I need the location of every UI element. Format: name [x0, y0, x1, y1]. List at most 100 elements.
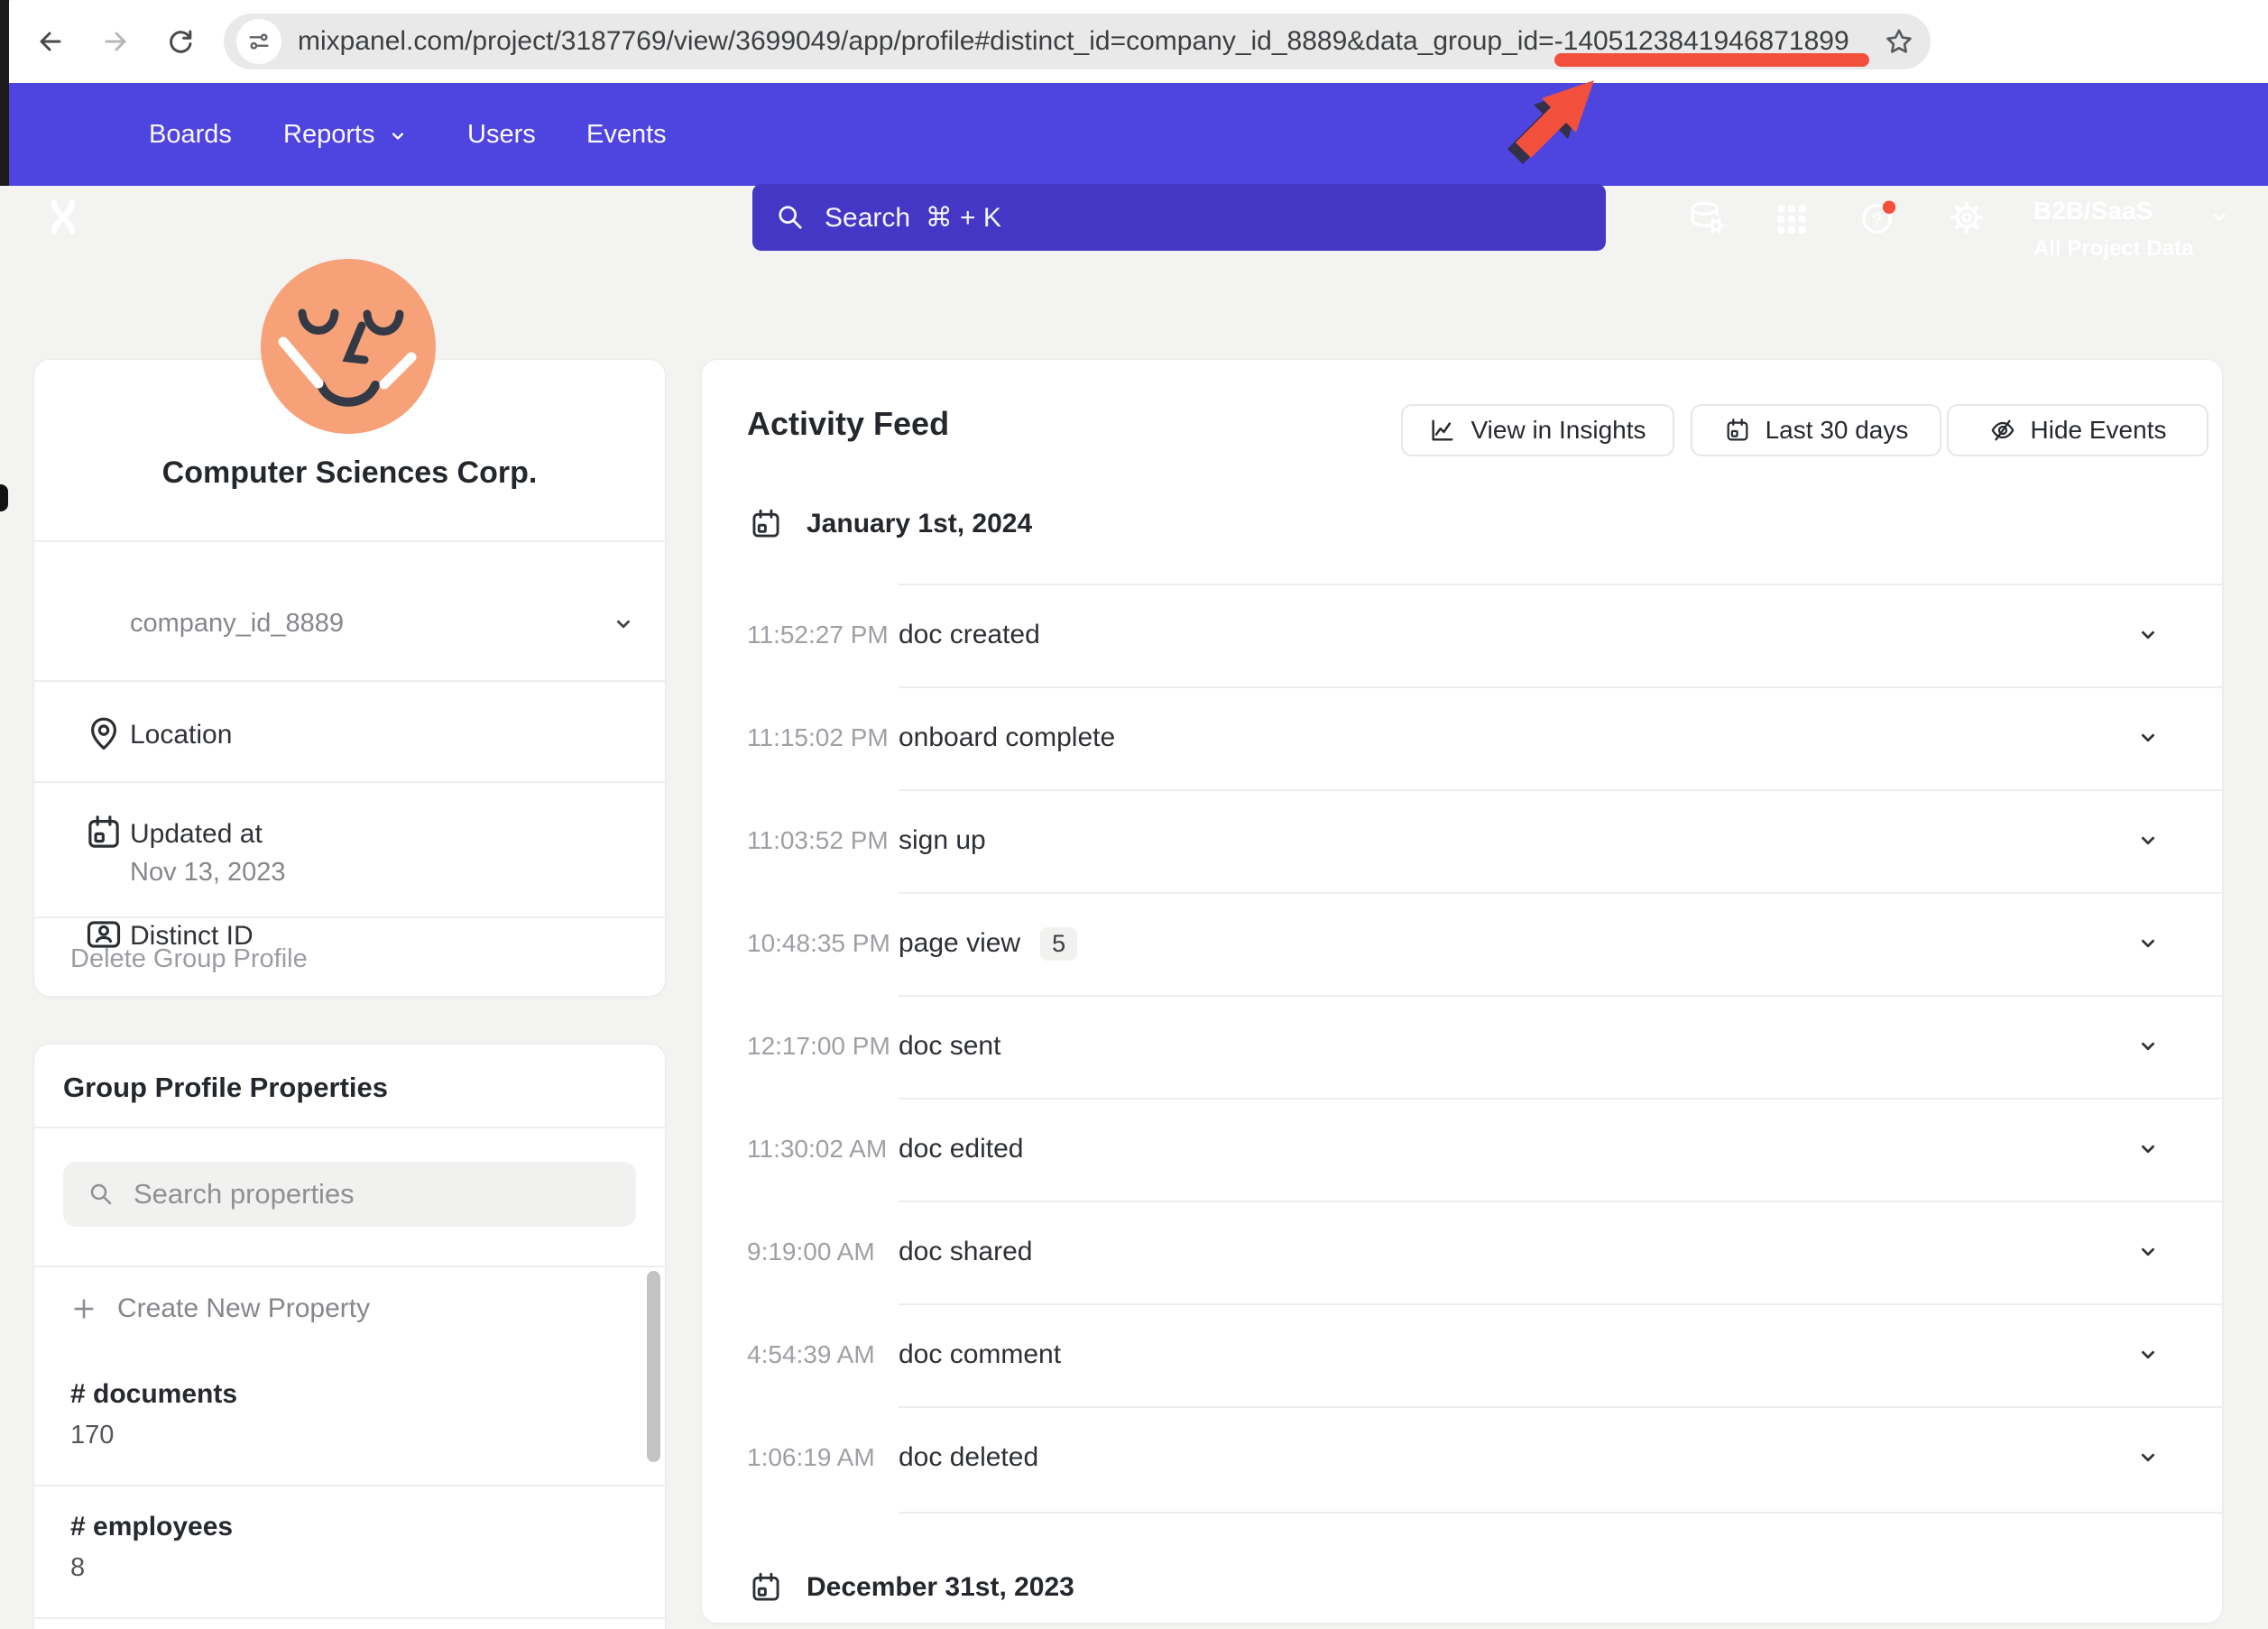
event-name: doc deleted: [899, 1442, 1038, 1473]
divider: [899, 1512, 2222, 1514]
notification-dot: [1883, 201, 1895, 214]
apps-grid-icon[interactable]: [1772, 199, 1812, 239]
event-row[interactable]: 11:15:02 PM onboard complete: [702, 686, 2222, 789]
bookmark-star-icon[interactable]: [1884, 26, 1914, 57]
company-avatar: [261, 259, 436, 434]
chevron-down-icon[interactable]: [2134, 724, 2162, 751]
create-new-property-label: Create New Property: [117, 1293, 370, 1324]
search-icon: [774, 201, 807, 234]
nav-item-reports[interactable]: Reports: [283, 83, 375, 186]
annotation-red-underline: [1554, 53, 1869, 67]
event-name: doc created: [899, 620, 1040, 650]
help-icon[interactable]: ?: [1857, 196, 1900, 239]
property-item[interactable]: # employees 8: [34, 1485, 665, 1619]
event-row[interactable]: 10:48:35 PM page view 5: [702, 892, 2222, 995]
chevron-down-icon[interactable]: [2134, 1444, 2162, 1471]
event-name: page view: [899, 928, 1020, 959]
divider: [34, 1127, 665, 1128]
event-row[interactable]: 9:19:00 AM doc shared: [702, 1201, 2222, 1303]
nav-item-events[interactable]: Events: [586, 83, 667, 186]
event-row[interactable]: 11:03:52 PM sign up: [702, 789, 2222, 892]
event-time: 4:54:39 AM: [747, 1303, 875, 1406]
chevron-down-icon[interactable]: [2134, 1136, 2162, 1163]
nav-item-boards[interactable]: Boards: [149, 83, 232, 186]
top-navbar: Boards Reports Users Events Search ⌘ + K…: [0, 83, 2268, 186]
feed-date-header: December 31st, 2023: [749, 1560, 2222, 1615]
browser-toolbar: mixpanel.com/project/3187769/view/369904…: [0, 0, 2268, 83]
event-time: 1:06:19 AM: [747, 1406, 875, 1509]
property-value: 170: [70, 1421, 114, 1450]
chevron-down-icon[interactable]: [2134, 930, 2162, 957]
chevron-down-icon[interactable]: [2134, 827, 2162, 854]
svg-text:?: ?: [1872, 210, 1883, 230]
calendar-icon: [749, 1570, 783, 1605]
divider: [34, 781, 665, 783]
reports-chevron-down-icon[interactable]: [386, 124, 410, 148]
site-settings-icon[interactable]: [236, 19, 281, 64]
activity-feed-list: January 1st, 2024 11:52:27 PM doc create…: [702, 360, 2222, 1623]
nav-item-users[interactable]: Users: [467, 83, 536, 186]
updated-at-label: Updated at: [130, 819, 263, 850]
search-placeholder: Search ⌘ + K: [825, 202, 1001, 234]
chevron-down-icon[interactable]: [2134, 1341, 2162, 1368]
project-name[interactable]: B2B/SaaS: [2033, 197, 2153, 225]
create-new-property-button[interactable]: Create New Property: [70, 1282, 370, 1336]
search-properties-input[interactable]: Search properties: [63, 1162, 636, 1227]
event-name: onboard complete: [899, 722, 1115, 753]
feed-date-label: December 31st, 2023: [807, 1572, 1074, 1603]
search-icon: [87, 1180, 115, 1209]
event-row[interactable]: 4:54:39 AM doc comment: [702, 1303, 2222, 1406]
group-profile-card: Computer Sciences Corp. Distinct ID comp…: [33, 359, 666, 997]
event-name: sign up: [899, 825, 986, 856]
properties-title: Group Profile Properties: [63, 1072, 388, 1104]
event-time: 10:48:35 PM: [747, 892, 890, 995]
event-time: 9:19:00 AM: [747, 1201, 875, 1303]
plus-icon: [70, 1295, 97, 1322]
divider: [34, 916, 665, 918]
browser-forward-icon[interactable]: [101, 27, 130, 56]
property-item[interactable]: # documents 170: [34, 1352, 665, 1486]
event-time: 11:52:27 PM: [747, 584, 889, 686]
event-name: doc edited: [899, 1134, 1023, 1164]
global-search-input[interactable]: Search ⌘ + K: [752, 184, 1606, 251]
settings-gear-icon[interactable]: [1947, 198, 1987, 237]
group-properties-card: Group Profile Properties Search properti…: [33, 1044, 666, 1629]
scrollbar-thumb[interactable]: [647, 1271, 660, 1462]
mixpanel-profile-page: mixpanel.com/project/3187769/view/369904…: [0, 0, 2268, 1629]
event-time: 11:03:52 PM: [747, 789, 889, 892]
updated-at-value: Nov 13, 2023: [130, 858, 286, 888]
chevron-down-icon[interactable]: [2134, 1238, 2162, 1265]
data-management-icon[interactable]: [1686, 198, 1728, 239]
project-chevron-down-icon[interactable]: [2207, 205, 2232, 230]
browser-reload-icon[interactable]: [166, 27, 195, 56]
event-name: doc sent: [899, 1031, 1000, 1062]
delete-group-profile-button[interactable]: Delete Group Profile: [70, 944, 308, 974]
search-properties-placeholder: Search properties: [134, 1178, 355, 1210]
window-edge-mark: [0, 484, 8, 511]
feed-date-header: January 1st, 2024: [749, 497, 2222, 551]
event-time: 11:15:02 PM: [747, 686, 889, 789]
event-row[interactable]: 12:17:00 PM doc sent: [702, 995, 2222, 1098]
chevron-down-icon[interactable]: [2134, 1033, 2162, 1060]
activity-feed-card: Activity Feed View in Insights Last 30 d…: [701, 359, 2223, 1624]
project-subtitle[interactable]: All Project Data: [2033, 236, 2193, 262]
property-name: # documents: [70, 1379, 237, 1410]
divider: [34, 540, 665, 542]
distinct-id-value: company_id_8889: [130, 609, 344, 639]
mixpanel-logo-icon[interactable]: [43, 198, 83, 237]
event-name: doc shared: [899, 1237, 1032, 1267]
divider: [34, 680, 665, 682]
property-name: # employees: [70, 1512, 233, 1542]
event-name: doc comment: [899, 1339, 1061, 1370]
browser-back-icon[interactable]: [36, 27, 65, 56]
distinct-id-chevron-down-icon[interactable]: [610, 611, 637, 638]
feed-date-label: January 1st, 2024: [807, 509, 1032, 539]
event-row[interactable]: 1:06:19 AM doc deleted: [702, 1406, 2222, 1509]
company-name: Computer Sciences Corp.: [34, 456, 665, 491]
calendar-icon: [84, 813, 124, 852]
event-row[interactable]: 11:52:27 PM doc created: [702, 584, 2222, 686]
chevron-down-icon[interactable]: [2134, 621, 2162, 649]
property-value: 8: [70, 1553, 85, 1583]
event-row[interactable]: 11:30:02 AM doc edited: [702, 1098, 2222, 1201]
event-count-badge: 5: [1040, 927, 1077, 961]
